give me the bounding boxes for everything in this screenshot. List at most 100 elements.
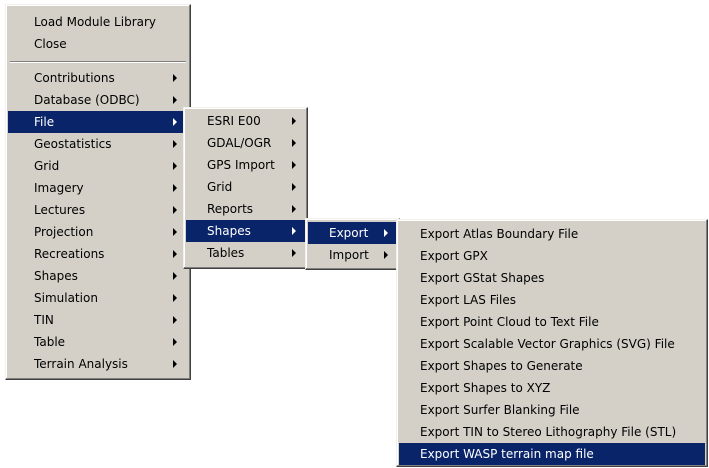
menu-item-label: Reports — [207, 202, 254, 216]
menu-item-esri-e00[interactable]: ESRI E00 — [186, 110, 305, 132]
menu-item-label: Export Shapes to Generate — [420, 359, 583, 373]
menu-item-label: Tables — [207, 246, 245, 260]
submenu-arrow-icon — [173, 316, 177, 324]
menu-item-label: Geostatistics — [34, 137, 112, 151]
menu-item-label: Simulation — [34, 291, 98, 305]
submenu-arrow-icon — [173, 360, 177, 368]
menu-item-label: TIN — [34, 313, 54, 327]
menu-item-label: Export GStat Shapes — [420, 271, 545, 285]
menu-item-label: Export Shapes to XYZ — [420, 381, 551, 395]
menu-item-label: Lectures — [34, 203, 86, 217]
menu-item-shapes[interactable]: Shapes — [8, 265, 188, 287]
submenu-arrow-icon — [384, 251, 388, 259]
menu-item-export[interactable]: Export — [308, 222, 397, 244]
submenu-arrow-icon — [173, 294, 177, 302]
menu-item-export-point-cloud-to-text-file[interactable]: Export Point Cloud to Text File — [399, 311, 705, 333]
menu-item-label: Grid — [207, 180, 233, 194]
menu-item-contributions[interactable]: Contributions — [8, 67, 188, 89]
menu-item-label: Shapes — [207, 224, 251, 238]
menu-item-database-odbc[interactable]: Database (ODBC) — [8, 89, 188, 111]
menu-item-file[interactable]: File — [8, 111, 188, 133]
menu-item-lectures[interactable]: Lectures — [8, 199, 188, 221]
menu-item-label: Export Surfer Blanking File — [420, 403, 580, 417]
submenu-arrow-icon — [292, 249, 296, 257]
menu-item-label: ESRI E00 — [207, 114, 261, 128]
menu-item-export-tin-to-stl[interactable]: Export TIN to Stereo Lithography File (S… — [399, 421, 705, 443]
menu-item-export-las-files[interactable]: Export LAS Files — [399, 289, 705, 311]
menu-item-export-shapes-to-generate[interactable]: Export Shapes to Generate — [399, 355, 705, 377]
menu-item-label: Grid — [34, 159, 60, 173]
menu-item-file-shapes[interactable]: Shapes — [186, 220, 305, 242]
menu-item-export-shapes-to-xyz[interactable]: Export Shapes to XYZ — [399, 377, 705, 399]
menu-item-label: Export GPX — [420, 249, 488, 263]
submenu-arrow-icon — [292, 183, 296, 191]
menu-item-label: Import — [329, 248, 369, 262]
submenu-arrow-icon — [292, 161, 296, 169]
menu-item-projection[interactable]: Projection — [8, 221, 188, 243]
menu-item-gps-import[interactable]: GPS Import — [186, 154, 305, 176]
menu-item-grid[interactable]: Grid — [8, 155, 188, 177]
menu-item-simulation[interactable]: Simulation — [8, 287, 188, 309]
menu-item-load-module-library[interactable]: Load Module Library — [8, 11, 188, 33]
submenu-arrow-icon — [292, 117, 296, 125]
menu-item-label: Export — [329, 226, 369, 240]
menu-item-gdal-ogr[interactable]: GDAL/OGR — [186, 132, 305, 154]
menu-item-table[interactable]: Table — [8, 331, 188, 353]
export-submenu: Export Atlas Boundary File Export GPX Ex… — [396, 219, 708, 467]
menu-item-label: Export Scalable Vector Graphics (SVG) Fi… — [420, 337, 675, 351]
menu-item-label: Load Module Library — [34, 15, 157, 29]
submenu-arrow-icon — [173, 118, 177, 126]
menu-item-label: Recreations — [34, 247, 105, 261]
main-menu: Load Module Library Close Contributions … — [5, 4, 191, 380]
menu-item-label: Terrain Analysis — [34, 357, 128, 371]
menu-item-file-grid[interactable]: Grid — [186, 176, 305, 198]
menu-item-label: Export TIN to Stereo Lithography File (S… — [420, 425, 677, 439]
submenu-arrow-icon — [173, 184, 177, 192]
menu-item-label: Database (ODBC) — [34, 93, 140, 107]
menu-item-close[interactable]: Close — [8, 33, 188, 55]
submenu-arrow-icon — [292, 227, 296, 235]
menu-item-label: File — [34, 115, 55, 129]
menu-item-label: Shapes — [34, 269, 78, 283]
menu-item-label: GDAL/OGR — [207, 136, 272, 150]
menu-item-geostatistics[interactable]: Geostatistics — [8, 133, 188, 155]
menu-separator — [10, 61, 186, 63]
menu-item-terrain-analysis[interactable]: Terrain Analysis — [8, 353, 188, 375]
submenu-arrow-icon — [173, 250, 177, 258]
submenu-arrow-icon — [173, 228, 177, 236]
menu-item-reports[interactable]: Reports — [186, 198, 305, 220]
shapes-submenu: Export Import — [305, 218, 400, 270]
menu-item-tables[interactable]: Tables — [186, 242, 305, 264]
submenu-arrow-icon — [173, 272, 177, 280]
menu-item-label: Table — [34, 335, 66, 349]
menu-item-label: Export LAS Files — [420, 293, 517, 307]
menu-item-label: GPS Import — [207, 158, 275, 172]
menu-item-export-wasp-terrain-map-file[interactable]: Export WASP terrain map file — [399, 443, 705, 465]
submenu-arrow-icon — [173, 140, 177, 148]
menu-item-label: Contributions — [34, 71, 115, 85]
menu-item-export-gpx[interactable]: Export GPX — [399, 245, 705, 267]
menu-item-tin[interactable]: TIN — [8, 309, 188, 331]
menu-item-label: Export WASP terrain map file — [420, 447, 594, 461]
menu-item-recreations[interactable]: Recreations — [8, 243, 188, 265]
menu-item-export-gstat-shapes[interactable]: Export GStat Shapes — [399, 267, 705, 289]
menu-item-label: Close — [34, 37, 67, 51]
menu-item-label: Export Atlas Boundary File — [420, 227, 579, 241]
submenu-arrow-icon — [173, 74, 177, 82]
menu-item-label: Export Point Cloud to Text File — [420, 315, 599, 329]
submenu-arrow-icon — [173, 162, 177, 170]
submenu-arrow-icon — [173, 338, 177, 346]
file-submenu: ESRI E00 GDAL/OGR GPS Import Grid Report… — [183, 107, 308, 269]
submenu-arrow-icon — [173, 206, 177, 214]
menu-item-export-surfer-blanking-file[interactable]: Export Surfer Blanking File — [399, 399, 705, 421]
menu-item-imagery[interactable]: Imagery — [8, 177, 188, 199]
menu-item-label: Projection — [34, 225, 94, 239]
submenu-arrow-icon — [292, 139, 296, 147]
submenu-arrow-icon — [292, 205, 296, 213]
menu-item-export-svg-file[interactable]: Export Scalable Vector Graphics (SVG) Fi… — [399, 333, 705, 355]
submenu-arrow-icon — [384, 229, 388, 237]
submenu-arrow-icon — [173, 96, 177, 104]
menu-item-import[interactable]: Import — [308, 244, 397, 266]
menu-item-label: Imagery — [34, 181, 84, 195]
menu-item-export-atlas-boundary-file[interactable]: Export Atlas Boundary File — [399, 223, 705, 245]
